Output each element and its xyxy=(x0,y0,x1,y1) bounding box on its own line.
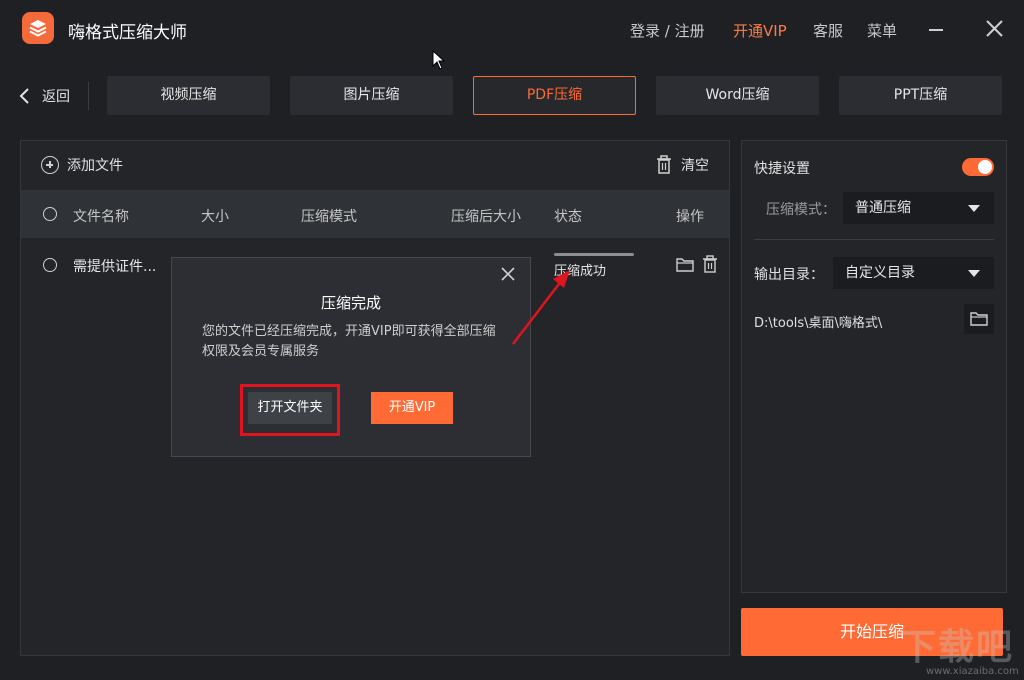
row-select-radio[interactable] xyxy=(43,258,57,272)
file-status: 压缩成功 xyxy=(554,264,607,279)
dialog-vip-button[interactable]: 开通VIP xyxy=(371,392,453,424)
chevron-down-icon xyxy=(968,205,980,212)
quick-settings-label: 快捷设置 xyxy=(754,161,810,177)
compression-complete-dialog: 压缩完成 您的文件已经压缩完成，开通VIP即可获得全部压缩权限及会员专属服务 打… xyxy=(171,257,531,457)
app-logo-icon xyxy=(22,12,54,44)
tab-pdf-compress[interactable]: PDF压缩 xyxy=(473,76,636,115)
mouse-cursor-icon xyxy=(432,50,446,70)
tab-image-compress[interactable]: 图片压缩 xyxy=(290,76,453,115)
quick-settings-toggle[interactable] xyxy=(962,158,994,176)
file-name: 需提供证件... xyxy=(73,259,157,275)
open-vip-link[interactable]: 开通VIP xyxy=(733,20,787,41)
settings-panel: 快捷设置 压缩模式： 普通压缩 输出目录： 自定义目录 D:\tools\桌面\… xyxy=(741,140,1007,593)
open-folder-button[interactable]: 打开文件夹 xyxy=(248,392,332,424)
dialog-close-icon[interactable] xyxy=(500,266,516,282)
watermark-url: www.xiazaiba.com xyxy=(926,666,1019,677)
tab-ppt-compress[interactable]: PPT压缩 xyxy=(839,76,1002,115)
table-header: 文件名称 大小 压缩模式 压缩后大小 状态 操作 xyxy=(21,190,729,238)
dialog-message: 您的文件已经压缩完成，开通VIP即可获得全部压缩权限及会员专属服务 xyxy=(202,324,496,359)
compress-mode-label: 压缩模式： xyxy=(766,202,836,218)
add-file-label: 添加文件 xyxy=(67,158,123,174)
watermark-logo: 下载吧 xyxy=(900,627,1015,668)
chevron-left-icon xyxy=(19,88,29,104)
output-dir-label: 输出目录： xyxy=(754,267,824,283)
column-header-mode: 压缩模式 xyxy=(301,209,357,225)
menu-link[interactable]: 菜单 xyxy=(867,20,897,41)
add-file-button[interactable]: 添加文件 xyxy=(41,155,123,175)
select-all-radio[interactable] xyxy=(43,207,57,221)
app-title: 嗨格式压缩大师 xyxy=(68,23,187,43)
output-path: D:\tools\桌面\嗨格式\ xyxy=(754,316,883,331)
back-button[interactable]: 返回 xyxy=(16,84,70,108)
back-label: 返回 xyxy=(42,89,70,105)
settings-divider xyxy=(754,239,994,240)
browse-folder-button[interactable] xyxy=(964,304,994,334)
login-register-link[interactable]: 登录 / 注册 xyxy=(630,20,705,41)
clear-label: 清空 xyxy=(681,158,709,174)
compress-mode-value: 普通压缩 xyxy=(855,200,911,216)
column-header-status: 状态 xyxy=(554,209,582,225)
column-header-compressed-size: 压缩后大小 xyxy=(451,209,521,225)
column-header-size: 大小 xyxy=(201,209,229,225)
clear-button[interactable]: 清空 xyxy=(655,155,709,175)
dialog-title: 压缩完成 xyxy=(320,294,381,312)
chevron-down-icon xyxy=(968,270,980,277)
compress-mode-select[interactable]: 普通压缩 xyxy=(843,192,994,224)
minimize-icon[interactable] xyxy=(921,14,951,44)
status-progress-bar xyxy=(554,253,634,256)
tab-video-compress[interactable]: 视频压缩 xyxy=(107,76,270,115)
toolbar-divider xyxy=(88,82,89,110)
title-bar: 嗨格式压缩大师 登录 / 注册 开通VIP 客服 菜单 xyxy=(0,0,1024,60)
folder-icon[interactable] xyxy=(676,256,694,272)
output-dir-value: 自定义目录 xyxy=(845,265,915,281)
column-header-filename: 文件名称 xyxy=(73,209,129,225)
customer-service-link[interactable]: 客服 xyxy=(813,20,843,41)
trash-icon xyxy=(657,155,671,174)
close-icon[interactable] xyxy=(980,14,1010,44)
delete-row-icon[interactable] xyxy=(701,255,719,273)
file-panel-header: 添加文件 清空 xyxy=(21,141,729,189)
folder-icon xyxy=(970,312,988,326)
output-dir-select[interactable]: 自定义目录 xyxy=(833,257,994,289)
plus-circle-icon xyxy=(41,156,59,174)
column-header-actions: 操作 xyxy=(676,209,704,225)
tab-word-compress[interactable]: Word压缩 xyxy=(656,76,819,115)
